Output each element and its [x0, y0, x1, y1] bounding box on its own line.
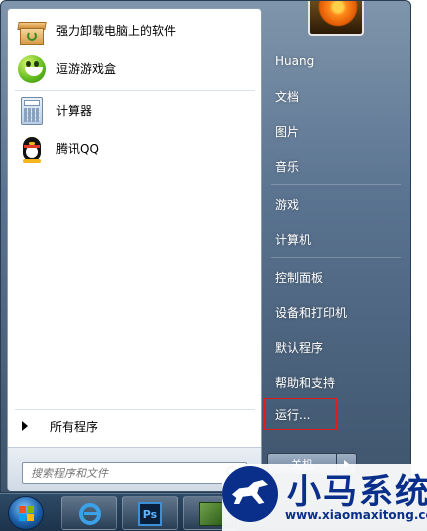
internet-explorer-icon	[79, 503, 101, 525]
divider	[15, 409, 255, 410]
link-music[interactable]: 音乐	[265, 152, 409, 180]
program-item-game-box[interactable]: 逗游游戏盒	[13, 50, 257, 87]
program-item-calculator[interactable]: 计算器	[13, 92, 257, 129]
divider	[271, 257, 401, 258]
link-games[interactable]: 游戏	[265, 190, 409, 218]
divider	[15, 90, 255, 91]
link-documents[interactable]: 文档	[265, 82, 409, 110]
program-label: 腾讯QQ	[56, 142, 99, 156]
app-icon	[199, 502, 223, 526]
link-label: 控制面板	[275, 270, 324, 285]
link-pictures[interactable]: 图片	[265, 117, 409, 145]
link-label: 图片	[275, 124, 300, 139]
program-item-qq[interactable]: 腾讯QQ	[13, 130, 257, 167]
triangle-right-icon	[22, 421, 28, 431]
link-label: 运行...	[275, 407, 311, 422]
link-label: 帮助和支持	[275, 375, 336, 390]
taskbar-photoshop[interactable]: Ps	[122, 496, 178, 530]
link-label: 游戏	[275, 197, 300, 212]
program-label: 强力卸载电脑上的软件	[56, 24, 177, 38]
watermark-url: www.xiaomaxitong.com	[285, 508, 427, 522]
program-label: 计算器	[56, 104, 93, 118]
link-label: Huang	[275, 54, 315, 68]
link-computer[interactable]: 计算机	[265, 225, 409, 253]
program-label: 逗游游戏盒	[56, 62, 117, 76]
horse-logo-icon	[222, 466, 278, 522]
flower-picture	[318, 1, 358, 27]
link-label: 默认程序	[275, 340, 324, 355]
photoshop-icon: Ps	[138, 502, 162, 526]
link-run[interactable]: 运行...	[264, 398, 337, 430]
all-programs-button[interactable]: 所有程序	[13, 415, 257, 437]
link-devices-printers[interactable]: 设备和打印机	[265, 298, 409, 326]
link-label: 音乐	[275, 159, 300, 174]
photoshop-icon-text: Ps	[142, 507, 158, 521]
taskbar-internet-explorer[interactable]	[61, 496, 117, 530]
all-programs-label: 所有程序	[50, 419, 99, 434]
uninstall-box-icon	[16, 15, 48, 47]
link-user-folder[interactable]: Huang	[265, 47, 409, 75]
link-help-support[interactable]: 帮助和支持	[265, 368, 409, 396]
calculator-icon	[16, 95, 48, 127]
windows-logo-icon	[19, 506, 35, 522]
link-label: 计算机	[275, 232, 312, 247]
start-menu: 强力卸载电脑上的软件 逗游游戏盒 计算器 腾讯QQ 所有程序 搜索程序和文件 H…	[0, 0, 411, 493]
link-label: 文档	[275, 89, 300, 104]
search-input[interactable]	[31, 466, 211, 480]
divider	[271, 184, 401, 185]
user-avatar[interactable]	[308, 1, 364, 36]
link-control-panel[interactable]: 控制面板	[265, 263, 409, 291]
search-box[interactable]	[22, 462, 247, 484]
start-button[interactable]	[8, 496, 44, 530]
program-item-uninstaller[interactable]: 强力卸载电脑上的软件	[13, 12, 257, 49]
link-default-programs[interactable]: 默认程序	[265, 333, 409, 361]
programs-pane: 强力卸载电脑上的软件 逗游游戏盒 计算器 腾讯QQ 所有程序 搜索程序和文件	[7, 8, 262, 491]
link-label: 设备和打印机	[275, 305, 348, 320]
qq-penguin-icon	[16, 133, 48, 165]
game-box-icon	[16, 53, 48, 85]
watermark-title: 小马系统	[287, 472, 427, 512]
